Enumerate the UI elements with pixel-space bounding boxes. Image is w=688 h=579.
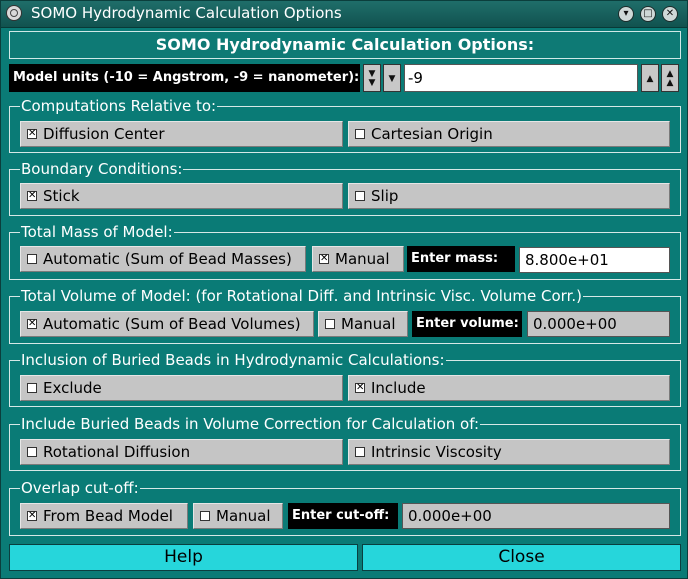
- checkbox-mark: ✕: [27, 190, 37, 201]
- manual-volume-checkbox[interactable]: Manual: [318, 311, 408, 337]
- checkbox-mark: [27, 447, 37, 457]
- checkbox-mark: [325, 319, 335, 329]
- mass-group: Total Mass of Model: Automatic (Sum of B…: [9, 223, 681, 280]
- cutoff-input[interactable]: 0.000e+00: [402, 503, 670, 529]
- volume-correction-group: Include Buried Beads in Volume Correctio…: [9, 415, 681, 471]
- help-button[interactable]: Help: [9, 544, 358, 571]
- group-legend: Boundary Conditions:: [20, 160, 184, 178]
- app-menu-icon[interactable]: [6, 5, 22, 21]
- rotational-diffusion-checkbox[interactable]: Rotational Diffusion: [20, 439, 343, 465]
- boundary-group: Boundary Conditions: ✕ Stick Slip: [9, 160, 681, 216]
- group-legend: Include Buried Beads in Volume Correctio…: [20, 415, 481, 433]
- enter-volume-label: Enter volume:: [412, 311, 522, 337]
- units-increase-button[interactable]: ▲: [641, 64, 659, 92]
- overlap-group: Overlap cut-off: ✕ From Bead Model Manua…: [9, 479, 681, 536]
- maximize-icon[interactable]: □: [640, 6, 656, 22]
- checkbox-mark: ✕: [319, 253, 329, 264]
- automatic-volume-checkbox[interactable]: ✕ Automatic (Sum of Bead Volumes): [20, 311, 314, 337]
- window-title: SOMO Hydrodynamic Calculation Options: [31, 4, 342, 22]
- model-units-input[interactable]: -9: [404, 64, 638, 92]
- checkbox-mark: [355, 191, 365, 201]
- checkbox-mark: [200, 511, 210, 521]
- dialog-header: SOMO Hydrodynamic Calculation Options:: [9, 31, 681, 59]
- units-decrease-fast-button[interactable]: ▼ ▼: [363, 64, 381, 92]
- checkbox-mark: ✕: [27, 318, 37, 329]
- enter-cutoff-label: Enter cut-off:: [288, 503, 398, 529]
- volume-group: Total Volume of Model: (for Rotational D…: [9, 287, 681, 344]
- diffusion-center-checkbox[interactable]: ✕ Diffusion Center: [20, 121, 343, 147]
- close-window-icon[interactable]: ✕: [662, 6, 678, 22]
- slip-checkbox[interactable]: Slip: [348, 183, 670, 209]
- group-legend: Overlap cut-off:: [20, 479, 140, 497]
- volume-input[interactable]: 0.000e+00: [527, 311, 670, 337]
- include-checkbox[interactable]: ✕ Include: [348, 375, 670, 401]
- units-decrease-button[interactable]: ▼: [383, 64, 401, 92]
- title-bar[interactable]: SOMO Hydrodynamic Calculation Options ▾ …: [1, 1, 687, 28]
- exclude-checkbox[interactable]: Exclude: [20, 375, 343, 401]
- automatic-mass-checkbox[interactable]: Automatic (Sum of Bead Masses): [20, 246, 306, 272]
- checkbox-mark: [27, 254, 37, 264]
- checkbox-mark: ✕: [27, 128, 37, 139]
- units-increase-fast-button[interactable]: ▲ ▲: [661, 64, 679, 92]
- cartesian-origin-checkbox[interactable]: Cartesian Origin: [348, 121, 670, 147]
- from-bead-model-checkbox[interactable]: ✕ From Bead Model: [20, 503, 188, 529]
- checkbox-mark: [355, 447, 365, 457]
- stick-checkbox[interactable]: ✕ Stick: [20, 183, 343, 209]
- group-legend: Computations Relative to:: [20, 97, 218, 115]
- enter-mass-label: Enter mass:: [407, 246, 515, 272]
- group-legend: Inclusion of Buried Beads in Hydrodynami…: [20, 351, 446, 369]
- buried-beads-group: Inclusion of Buried Beads in Hydrodynami…: [9, 351, 681, 407]
- model-units-label: Model units (-10 = Angstrom, -9 = nanome…: [9, 64, 360, 92]
- close-button[interactable]: Close: [362, 544, 681, 571]
- minimize-icon[interactable]: ▾: [618, 6, 634, 22]
- checkbox-mark: ✕: [27, 510, 37, 521]
- dialog-window: SOMO Hydrodynamic Calculation Options ▾ …: [0, 0, 688, 579]
- manual-cutoff-checkbox[interactable]: Manual: [193, 503, 283, 529]
- group-legend: Total Volume of Model: (for Rotational D…: [20, 287, 583, 305]
- checkbox-mark: [355, 129, 365, 139]
- group-legend: Total Mass of Model:: [20, 223, 174, 241]
- checkbox-mark: ✕: [355, 382, 365, 393]
- manual-mass-checkbox[interactable]: ✕ Manual: [312, 246, 404, 272]
- checkbox-mark: [27, 383, 37, 393]
- computations-group: Computations Relative to: ✕ Diffusion Ce…: [9, 97, 681, 153]
- mass-input[interactable]: 8.800e+01: [519, 247, 670, 273]
- intrinsic-viscosity-checkbox[interactable]: Intrinsic Viscosity: [348, 439, 670, 465]
